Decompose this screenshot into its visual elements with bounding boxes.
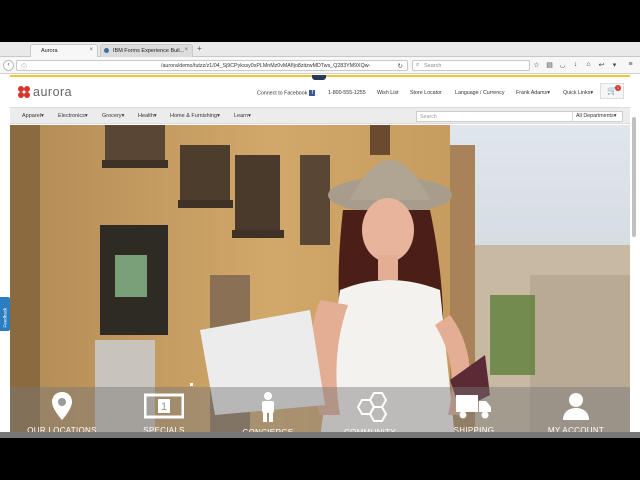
browser-window: Aurora × IBM Forms Experience Buil... × … (0, 42, 640, 438)
tab-ibm-forms[interactable]: IBM Forms Experience Buil... × (100, 44, 193, 57)
search-placeholder: Search (424, 63, 442, 69)
quick-icons-strip: OUR LOCATIONS 1 SPECIALS CONCIERGE COMMU… (10, 387, 630, 438)
category-label: Apparel (22, 113, 41, 119)
hexagon-network-icon (356, 392, 388, 422)
menu-icon[interactable]: ≡ (626, 61, 635, 68)
aurora-logo[interactable]: aurora (18, 85, 72, 99)
category-health[interactable]: Health▾ (138, 113, 157, 119)
connect-facebook-link[interactable]: Connect to Facebook f (257, 90, 316, 97)
back-button[interactable]: ‹ (3, 60, 14, 71)
chevron-down-icon: ▾ (590, 90, 594, 96)
shopping-cart-button[interactable]: 🛒 1 (600, 83, 624, 99)
browser-search-input[interactable]: ⌕ Search (412, 60, 530, 71)
tab-aurora[interactable]: Aurora × (30, 44, 98, 57)
aurora-store-page: aurora Connect to Facebook f 1-800-555-12… (10, 75, 630, 438)
share-icon[interactable]: ↩ (597, 61, 606, 69)
top-badge (312, 75, 326, 80)
cart-count-badge: 1 (615, 85, 621, 91)
category-home-furnishing[interactable]: Home & Furnishing▾ (170, 113, 220, 119)
category-grocery[interactable]: Grocery▾ (102, 113, 124, 119)
my-account-button[interactable]: MY ACCOUNT (540, 391, 612, 435)
store-locator-link[interactable]: Store Locator (410, 90, 442, 96)
tab-title: IBM Forms Experience Buil... (113, 48, 185, 54)
language-currency-link[interactable]: Language / Currency (455, 90, 504, 96)
user-menu[interactable]: Frank Adams▾ (516, 90, 550, 96)
category-label: Health (138, 113, 154, 119)
navigation-bar: ‹ ⓘ /aurora/demo/tutzz/z1/04_Sj9CPykssy0… (0, 57, 640, 74)
dollar-bill-icon: 1 (144, 393, 184, 419)
logo-text: aurora (33, 85, 73, 99)
wish-list-link[interactable]: Wish List (377, 90, 399, 96)
category-electronics[interactable]: Electronics▾ (58, 113, 88, 119)
specials-button[interactable]: 1 SPECIALS (128, 391, 200, 435)
home-icon[interactable]: ⌂ (584, 61, 593, 68)
page-scrollbar[interactable] (632, 117, 636, 237)
truck-icon (456, 395, 491, 419)
department-label: All Departments (576, 113, 614, 119)
hero-banner: OUR LOCATIONS 1 SPECIALS CONCIERGE COMMU… (10, 125, 630, 438)
user-account-icon (563, 393, 589, 420)
feedback-label: Feedback (2, 307, 8, 328)
category-label: Grocery (102, 113, 122, 119)
pocket-icon[interactable]: ◡ (558, 61, 567, 69)
reload-icon[interactable]: ↻ (398, 62, 403, 70)
url-text: /aurora/demo/tutzz/z1/04_Sj9CPykssy0xPLM… (161, 63, 371, 69)
favicon-icon (104, 48, 109, 53)
category-label: Home & Furnishing (170, 113, 218, 119)
phone-number: 1-800-555-1255 (328, 90, 366, 96)
aurora-flower-icon (18, 86, 30, 98)
tab-title: Aurora (41, 48, 58, 54)
new-tab-icon[interactable]: + (197, 44, 202, 53)
star-icon[interactable]: ☆ (532, 61, 541, 69)
category-label: Learn (234, 113, 249, 119)
search-icon: ⌕ (416, 62, 420, 68)
category-learn[interactable]: Learn▾ (234, 113, 251, 119)
close-tab-icon[interactable]: × (89, 47, 93, 53)
quick-links-label: Quick Links (563, 90, 591, 96)
facebook-label: Connect to Facebook (257, 90, 308, 97)
extension-icon[interactable]: ▾ (610, 61, 619, 69)
department-select[interactable]: All Departments▾ (572, 112, 622, 121)
tab-bar: Aurora × IBM Forms Experience Buil... × … (0, 42, 640, 57)
user-name: Frank Adams (516, 90, 548, 96)
community-button[interactable]: COMMUNITY (334, 391, 406, 437)
store-search-placeholder: Search (420, 114, 437, 120)
location-pin-icon (52, 392, 72, 420)
our-locations-button[interactable]: OUR LOCATIONS (26, 391, 98, 435)
store-search-input[interactable]: Search All Departments▾ (416, 111, 623, 122)
category-bar: Apparel▾ Electronics▾ Grocery▾ Health▾ H… (10, 107, 630, 124)
concierge-button[interactable]: CONCIERGE (232, 391, 304, 437)
clipboard-icon[interactable]: ▤ (545, 61, 554, 69)
facebook-icon: f (309, 90, 316, 96)
close-tab-icon[interactable]: × (184, 47, 188, 53)
person-icon (262, 392, 274, 422)
download-icon[interactable]: ↓ (571, 61, 580, 68)
info-icon[interactable]: ⓘ (21, 62, 27, 70)
quick-links-menu[interactable]: Quick Links▾ (563, 90, 593, 96)
page-bottom-strip (0, 432, 640, 438)
svg-text:1: 1 (161, 401, 167, 413)
shipping-button[interactable]: SHIPPING (438, 391, 510, 435)
url-bar[interactable]: ⓘ /aurora/demo/tutzz/z1/04_Sj9CPykssy0xP… (16, 60, 408, 71)
feedback-tab[interactable]: Feedback (0, 297, 10, 331)
chevron-down-icon: ▾ (547, 90, 550, 96)
category-apparel[interactable]: Apparel▾ (22, 113, 44, 119)
category-label: Electronics (58, 113, 85, 119)
